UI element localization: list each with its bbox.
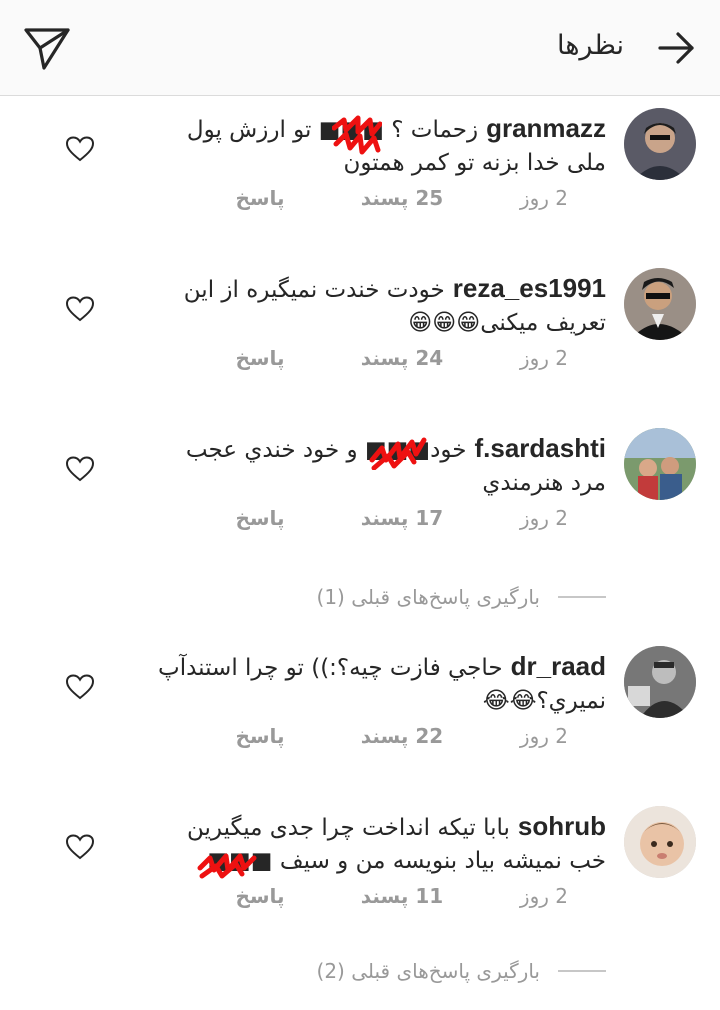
comment-meta: 2 روز 11 پسند پاسخ [200,884,568,914]
comment-body: dr_raadحاجي فازت چيه؟:)) تو چرا استندآپ … [146,650,606,718]
reply-button[interactable]: پاسخ [200,724,320,754]
avatar[interactable] [624,646,696,718]
heart-icon [66,136,94,162]
avatar[interactable] [624,806,696,878]
avatar[interactable] [624,108,696,180]
heart-icon [66,834,94,860]
page-title: نظرها [556,30,624,61]
load-previous-label[interactable]: بارگیری پاسخ‌های قبلی (2) [317,954,541,988]
comment-meta: 2 روز 17 پسند پاسخ [200,506,568,536]
comment-username[interactable]: dr_raad [511,651,606,681]
comments-screen: نظرها granmazzزحمات ؟ ■■■ تو ارزش پول مل… [0,0,720,1010]
reply-button[interactable]: پاسخ [200,346,320,376]
comment-likes[interactable]: 22 پسند [320,724,484,754]
comment-meta: 2 روز 22 پسند پاسخ [200,724,568,754]
heart-icon [66,456,94,482]
comment-item: reza_es1991خودت خندت نمیگیره از این تعری… [0,260,720,420]
comment-likes[interactable]: 25 پسند [320,186,484,216]
avatar[interactable] [624,268,696,340]
comment-item: sohrubبابا تیکه انداخت چرا جدی میگیرین خ… [0,798,720,958]
top-bar: نظرها [0,0,720,96]
load-previous-label[interactable]: بارگیری پاسخ‌های قبلی (1) [317,580,541,614]
load-previous-replies[interactable]: بارگیری پاسخ‌های قبلی (2) [0,954,720,988]
comment-username[interactable]: granmazz [486,113,606,143]
paper-plane-icon [24,28,70,70]
reply-button[interactable]: پاسخ [200,186,320,216]
like-button[interactable] [66,834,94,860]
comment-likes[interactable]: 17 پسند [320,506,484,536]
comment-meta: 2 روز 24 پسند پاسخ [200,346,568,376]
comment-time: 2 روز [519,186,568,210]
comment-likes[interactable]: 24 پسند [320,346,484,376]
comment-username[interactable]: f.sardashti [475,433,607,463]
comment-time: 2 روز [519,724,568,748]
comment-meta: 2 روز 25 پسند پاسخ [200,186,568,216]
comment-username[interactable]: sohrub [518,811,606,841]
heart-icon [66,296,94,322]
divider [558,970,606,972]
like-button[interactable] [66,456,94,482]
like-button[interactable] [66,296,94,322]
avatar[interactable] [624,428,696,500]
comment-body: granmazzزحمات ؟ ■■■ تو ارزش پول ملی خدا … [146,112,606,180]
comment-time: 2 روز [519,346,568,370]
like-button[interactable] [66,674,94,700]
like-button[interactable] [66,136,94,162]
comment-time: 2 روز [519,884,568,908]
reply-button[interactable]: پاسخ [200,884,320,914]
divider [558,596,606,598]
comment-item: f.sardashtiخود■■■ و خود خندي عجب مرد هنر… [0,420,720,580]
comment-item: granmazzزحمات ؟ ■■■ تو ارزش پول ملی خدا … [0,100,720,260]
comment-time: 2 روز [519,506,568,530]
arrow-right-icon [658,32,694,64]
back-button[interactable] [654,26,698,70]
share-button[interactable] [22,24,72,72]
heart-icon [66,674,94,700]
comment-body: f.sardashtiخود■■■ و خود خندي عجب مرد هنر… [146,432,606,500]
comment-item: dr_raadحاجي فازت چيه؟:)) تو چرا استندآپ … [0,638,720,798]
load-previous-replies[interactable]: بارگیری پاسخ‌های قبلی (1) [0,580,720,614]
reply-button[interactable]: پاسخ [200,506,320,536]
comment-body: sohrubبابا تیکه انداخت چرا جدی میگیرین خ… [146,810,606,878]
comment-username[interactable]: reza_es1991 [453,273,606,303]
comment-likes[interactable]: 11 پسند [320,884,484,914]
comment-body: reza_es1991خودت خندت نمیگیره از این تعری… [146,272,606,340]
